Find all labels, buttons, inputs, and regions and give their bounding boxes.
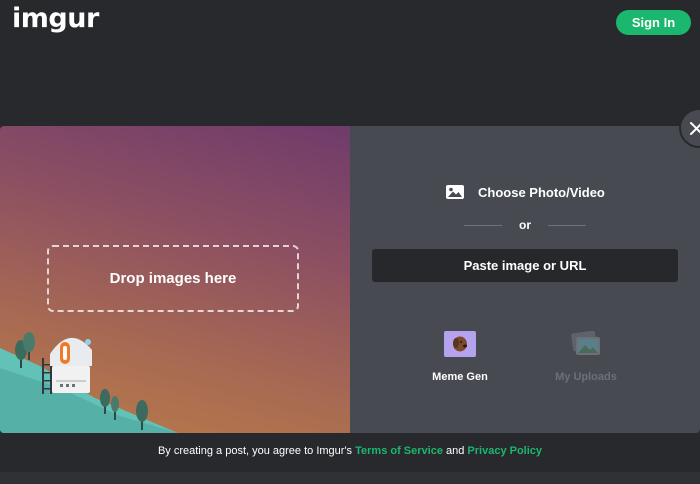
upload-modal: Drop images here Choose Photo/Video or P… xyxy=(0,126,700,433)
close-icon xyxy=(690,121,700,135)
divider-line-right xyxy=(548,224,586,226)
terms-footer: By creating a post, you agree to Imgur's… xyxy=(0,445,700,461)
imgur-logo[interactable]: imgur xyxy=(12,3,99,34)
meme-gen-icon xyxy=(444,331,476,357)
meme-gen-label: Meme Gen xyxy=(432,371,488,383)
my-uploads-icon xyxy=(571,331,600,355)
or-label: or xyxy=(519,218,531,232)
footer-text: By creating a post, you agree to Imgur's xyxy=(157,445,356,457)
meme-gen-button[interactable]: Meme Gen xyxy=(420,331,500,383)
upload-options-panel: Choose Photo/Video or Paste image or URL… xyxy=(350,126,700,433)
image-icon xyxy=(446,185,464,199)
my-uploads-label: My Uploads xyxy=(555,371,617,383)
or-divider: or xyxy=(464,217,586,233)
privacy-policy-link[interactable]: Privacy Policy xyxy=(467,445,542,457)
bottom-bar xyxy=(0,472,700,484)
choose-photo-video-label: Choose Photo/Video xyxy=(478,184,605,200)
upload-page: imgur Sign In Drop images here Choose Ph… xyxy=(0,0,700,484)
paste-url-button[interactable]: Paste image or URL xyxy=(372,249,678,282)
my-uploads-button[interactable]: My Uploads xyxy=(546,331,626,383)
observatory-illustration xyxy=(0,332,178,433)
choose-photo-video-button[interactable]: Choose Photo/Video xyxy=(446,182,605,202)
divider-line-left xyxy=(464,224,502,226)
footer-and-text: and xyxy=(442,445,468,457)
drop-panel[interactable]: Drop images here xyxy=(0,126,350,433)
drop-zone[interactable]: Drop images here xyxy=(47,245,299,312)
terms-of-service-link[interactable]: Terms of Service xyxy=(355,445,443,457)
sign-in-button[interactable]: Sign In xyxy=(616,10,691,35)
